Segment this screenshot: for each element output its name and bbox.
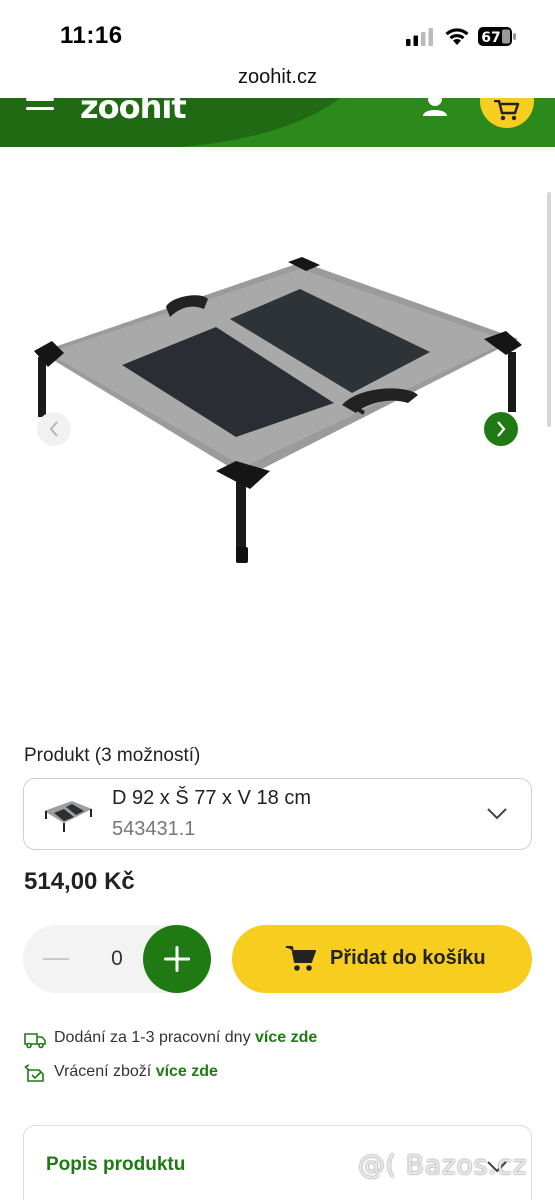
add-to-cart-label: Přidat do košíku xyxy=(330,947,486,969)
prev-image-button[interactable] xyxy=(37,412,71,446)
page-scrollbar[interactable] xyxy=(547,192,551,427)
description-title: Popis produktu xyxy=(46,1154,186,1175)
battery-icon: 67 xyxy=(478,27,516,46)
return-icon xyxy=(24,1064,44,1082)
wifi-icon xyxy=(445,28,469,45)
cart-icon xyxy=(494,100,520,121)
user-icon[interactable] xyxy=(420,98,450,120)
product-gallery[interactable] xyxy=(0,147,555,707)
battery-level: 67 xyxy=(481,30,500,46)
variant-dropdown[interactable]: D 92 x Š 77 x V 18 cm 543431.1 xyxy=(23,778,532,850)
address-bar[interactable]: zoohit.cz xyxy=(0,60,555,98)
cart-icon xyxy=(286,946,316,971)
chevron-left-icon xyxy=(49,421,58,437)
product-price: 514,00 Kč xyxy=(24,868,135,895)
truck-icon xyxy=(24,1033,46,1049)
quantity-decrease-button[interactable] xyxy=(43,958,69,960)
site-header: zoohit xyxy=(0,98,555,147)
status-time: 11:16 xyxy=(60,22,123,49)
quantity-increase-button[interactable] xyxy=(143,925,211,993)
watermark: @( Bazos.cz xyxy=(358,1150,528,1181)
quantity-stepper: 0 xyxy=(23,925,211,993)
status-bar: 11:16 67 xyxy=(0,0,555,60)
quantity-value[interactable]: 0 xyxy=(99,947,135,971)
return-more-link[interactable]: více zde xyxy=(156,1063,218,1080)
variant-name: D 92 x Š 77 x V 18 cm xyxy=(112,787,311,809)
product-image xyxy=(34,257,522,563)
add-to-cart-button[interactable]: Přidat do košíku xyxy=(232,925,532,993)
chevron-down-icon xyxy=(487,808,507,820)
return-text: Vrácení zboží xyxy=(54,1063,156,1080)
plus-icon xyxy=(164,946,190,972)
signal-icon xyxy=(406,28,433,46)
url-text: zoohit.cz xyxy=(238,66,317,88)
next-image-button[interactable] xyxy=(484,412,518,446)
menu-icon[interactable] xyxy=(26,98,56,118)
delivery-text: Dodání za 1-3 pracovní dny xyxy=(54,1029,256,1046)
variant-code: 543431.1 xyxy=(112,818,196,840)
variant-thumbnail xyxy=(44,801,92,832)
delivery-more-link[interactable]: více zde xyxy=(255,1029,317,1046)
variant-label: Produkt (3 možností) xyxy=(24,745,201,766)
chevron-right-icon xyxy=(497,421,506,437)
site-logo[interactable]: zoohit xyxy=(80,98,187,126)
